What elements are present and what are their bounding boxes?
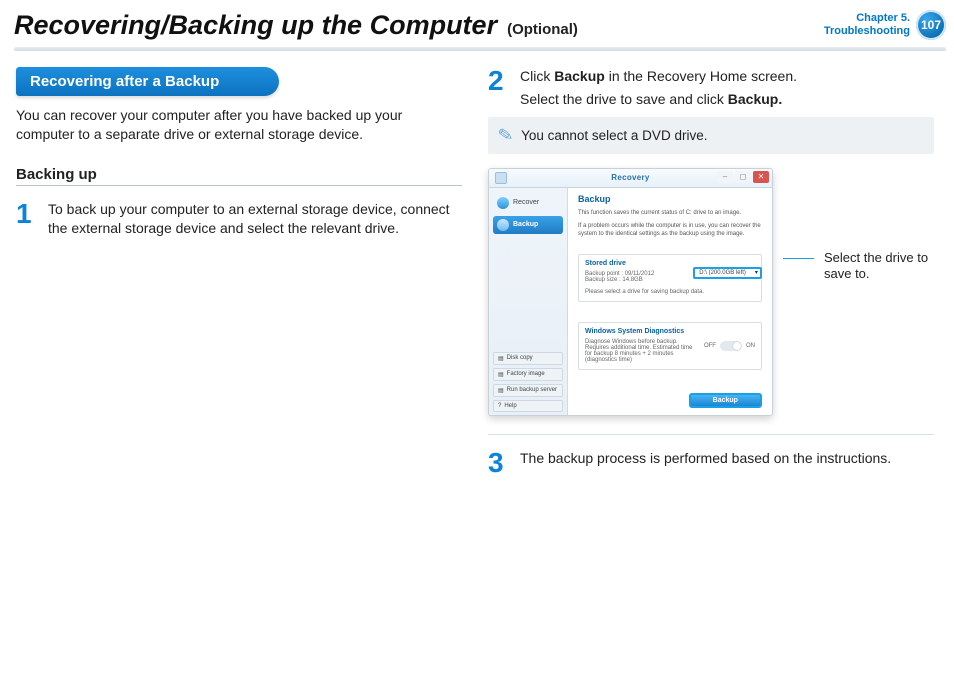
step2-part-d: Select the drive to save and click — [520, 91, 728, 107]
left-column: Recovering after a Backup You can recove… — [16, 67, 462, 477]
step-divider — [488, 434, 934, 435]
step-number-2: 2 — [488, 67, 510, 109]
note-box: ✎ You cannot select a DVD drive. — [488, 117, 934, 154]
note-icon: ✎ — [496, 124, 515, 147]
page-number-badge: 107 — [916, 10, 946, 40]
window-controls: – ◻ ✕ — [717, 171, 769, 183]
right-column: 2 Click Backup in the Recovery Home scre… — [488, 67, 934, 477]
page-title: Recovering/Backing up the Computer — [14, 10, 497, 41]
diagnostics-text: Diagnose Windows before backup. Requires… — [585, 339, 698, 363]
chapter-label: Chapter 5. Troubleshooting — [824, 12, 910, 37]
toggle-switch-icon — [720, 341, 742, 351]
step-number-3: 3 — [488, 449, 510, 477]
diagnostics-group: Windows System Diagnostics Diagnose Wind… — [578, 322, 762, 370]
toggle-on-label: ON — [746, 343, 755, 349]
intro-text: You can recover your computer after you … — [16, 106, 462, 144]
step2-bold-backup: Backup — [554, 68, 605, 84]
callout-leader-line — [783, 258, 814, 259]
select-drive-prompt: Please select a drive for saving backup … — [585, 289, 755, 295]
stored-drive-title: Stored drive — [583, 260, 628, 267]
main-panel: Backup This function saves the current s… — [568, 188, 772, 416]
title-block: Recovering/Backing up the Computer (Opti… — [14, 10, 578, 41]
panel-desc-2: If a problem occurs while the computer i… — [578, 223, 762, 238]
subsection-heading: Backing up — [16, 166, 462, 183]
chapter-block: Chapter 5. Troubleshooting 107 — [824, 10, 946, 40]
sidebar-btn-run-backup[interactable]: ▤Run backup server — [493, 384, 563, 397]
recover-icon — [497, 197, 509, 209]
step-2: 2 Click Backup in the Recovery Home scre… — [488, 67, 934, 109]
close-button[interactable]: ✕ — [753, 171, 769, 183]
toggle-off-label: OFF — [704, 343, 716, 349]
step2-bold-backup2: Backup. — [728, 91, 782, 107]
sidebar-item-recover[interactable]: Recover — [493, 194, 563, 212]
diagnostics-title: Windows System Diagnostics — [583, 328, 686, 335]
window-title: Recovery — [611, 173, 649, 182]
diagnostics-toggle[interactable]: OFF ON — [704, 341, 755, 351]
sidebar-label-backup: Backup — [513, 221, 538, 228]
page-header: Recovering/Backing up the Computer (Opti… — [0, 0, 954, 41]
minimize-button[interactable]: – — [717, 171, 733, 183]
window-icon — [495, 172, 507, 184]
sidebar: Recover Backup ▤Disk copy ▤Factory image… — [489, 188, 568, 416]
chapter-line-1: Chapter 5. — [824, 12, 910, 25]
step-3-text: The backup process is performed based on… — [520, 449, 934, 477]
recovery-app-screenshot: Recovery – ◻ ✕ Recover — [488, 168, 773, 416]
step-1-text: To back up your computer to an external … — [48, 200, 462, 238]
step-number-1: 1 — [16, 200, 38, 238]
section-heading-pill: Recovering after a Backup — [16, 67, 279, 96]
chapter-line-2: Troubleshooting — [824, 25, 910, 38]
callout-text: Select the drive to save to. — [824, 250, 934, 283]
drive-select-combo[interactable]: D:\ (200.0GB left) — [693, 267, 762, 279]
page-subtitle: (Optional) — [507, 21, 578, 38]
step-1: 1 To back up your computer to an externa… — [16, 200, 462, 238]
sidebar-btn-help[interactable]: ?Help — [493, 400, 563, 412]
step2-part-a: Click — [520, 68, 554, 84]
step-2-text: Click Backup in the Recovery Home screen… — [520, 67, 934, 109]
screenshot-with-callout: Recovery – ◻ ✕ Recover — [488, 168, 934, 416]
window-body: Recover Backup ▤Disk copy ▤Factory image… — [489, 188, 772, 416]
window-titlebar: Recovery – ◻ ✕ — [489, 169, 772, 188]
content-columns: Recovering after a Backup You can recove… — [0, 51, 954, 477]
step-3: 3 The backup process is performed based … — [488, 449, 934, 477]
panel-heading: Backup — [578, 194, 762, 204]
sidebar-btn-factory-image[interactable]: ▤Factory image — [493, 368, 563, 381]
sidebar-btn-disk-copy[interactable]: ▤Disk copy — [493, 352, 563, 365]
panel-desc-1: This function saves the current status o… — [578, 210, 762, 218]
backup-icon — [497, 219, 509, 231]
sidebar-label-recover: Recover — [513, 199, 539, 206]
maximize-button[interactable]: ◻ — [735, 171, 751, 183]
note-text: You cannot select a DVD drive. — [521, 128, 707, 143]
sidebar-item-backup[interactable]: Backup — [493, 216, 563, 234]
subsection-rule — [16, 185, 462, 186]
backup-button[interactable]: Backup — [689, 393, 762, 408]
step2-part-c: in the Recovery Home screen. — [605, 68, 797, 84]
